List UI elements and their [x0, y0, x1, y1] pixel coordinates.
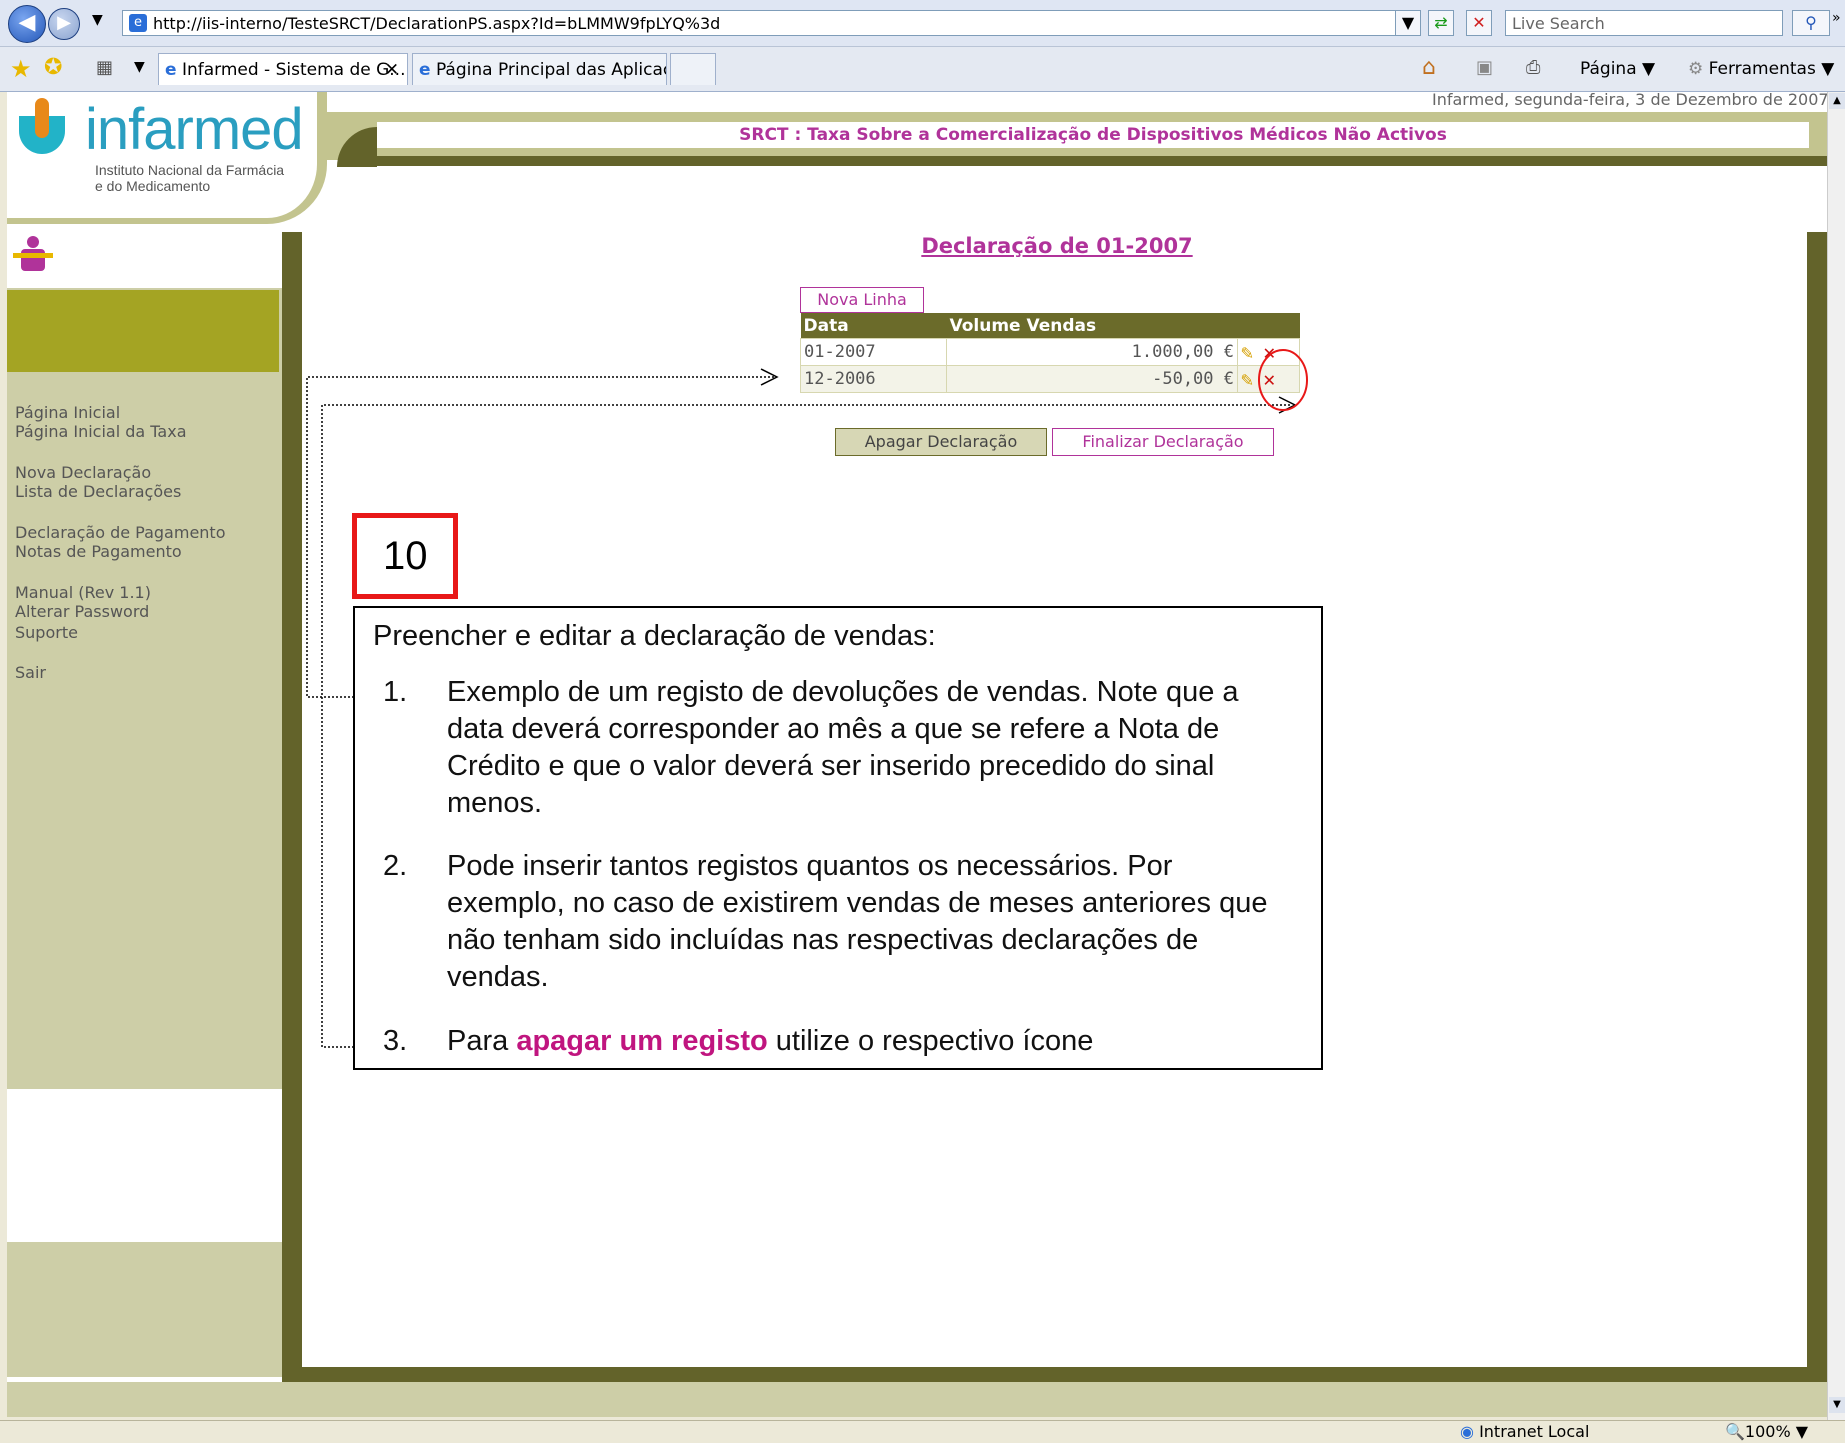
status-bar: ◉ Intranet Local 🔍100% ▼: [0, 1420, 1845, 1443]
vertical-scrollbar[interactable]: ▲ ▼: [1827, 92, 1845, 1420]
favorites-star-icon[interactable]: ★: [10, 55, 32, 83]
item-text: Pode inserir tantos registos quantos os …: [447, 850, 1268, 993]
zoom-icon: 🔍: [1725, 1422, 1745, 1441]
scroll-up-icon[interactable]: ▲: [1829, 93, 1845, 109]
search-icon[interactable]: ⚲: [1792, 10, 1830, 36]
item-text: Exemplo de um registo de devoluções de v…: [447, 676, 1239, 819]
page-menu[interactable]: Página ▼: [1580, 59, 1655, 79]
tab-infarmed[interactable]: e Infarmed - Sistema de G... ✕: [158, 53, 408, 85]
gear-icon: ⚙: [1688, 59, 1704, 79]
scroll-down-icon[interactable]: ▼: [1829, 1397, 1845, 1413]
ie-tab-icon: e: [165, 60, 177, 80]
tools-menu[interactable]: ⚙ Ferramentas ▼: [1688, 59, 1834, 79]
chevron-right-icon[interactable]: »: [1832, 10, 1841, 26]
add-favorite-icon[interactable]: ✪: [44, 55, 62, 80]
item-number: 3.: [383, 1025, 408, 1057]
back-button[interactable]: ◀: [8, 5, 46, 43]
item-text: Para apagar um registo utilize o respect…: [447, 1023, 1297, 1060]
highlight-circle: [1258, 349, 1308, 411]
item-number: 2.: [383, 850, 408, 882]
zoom-label: 100%: [1744, 1422, 1791, 1441]
ie-page-icon: e: [129, 14, 147, 32]
globe-icon: ◉: [1460, 1422, 1474, 1441]
close-tab-icon[interactable]: ✕: [385, 54, 399, 85]
step-number-badge: 10: [352, 513, 458, 599]
new-tab-button[interactable]: [670, 53, 716, 85]
search-input[interactable]: Live Search: [1505, 10, 1783, 36]
home-icon[interactable]: ⌂: [1422, 55, 1436, 80]
zoom-control[interactable]: 🔍100% ▼: [1725, 1422, 1808, 1441]
url-input[interactable]: e http://iis-interno/TesteSRCT/Declarati…: [122, 10, 1402, 36]
url-text: http://iis-interno/TesteSRCT/Declaration…: [153, 14, 721, 33]
callout-intro: Preencher e editar a declaração de venda…: [373, 620, 936, 652]
item-text-after: utilize o respectivo ícone: [767, 1025, 1094, 1057]
address-toolbar: ◀ ▶ ▼ e http://iis-interno/TesteSRCT/Dec…: [0, 0, 1845, 47]
tab-label: Infarmed - Sistema de G...: [181, 60, 406, 80]
forward-button[interactable]: ▶: [48, 8, 80, 40]
print-icon[interactable]: ⎙: [1526, 57, 1540, 78]
instruction-callout: Preencher e editar a declaração de venda…: [353, 606, 1323, 1070]
tab-label: Página Principal das Aplicaçõ...: [435, 60, 666, 80]
quick-tabs-icon[interactable]: ▦: [96, 57, 113, 78]
tab-pagina-principal[interactable]: e Página Principal das Aplicaçõ...: [412, 53, 667, 85]
tab-bar: ★ ✪ ▦ ▼ e Infarmed - Sistema de G... ✕ e…: [0, 47, 1845, 92]
zone-label: Intranet Local: [1479, 1422, 1590, 1441]
tools-menu-label: Ferramentas: [1708, 59, 1816, 79]
zone-indicator[interactable]: ◉ Intranet Local: [1460, 1422, 1589, 1441]
url-dropdown-icon[interactable]: ▼: [1395, 10, 1421, 36]
feeds-icon[interactable]: ▣: [1476, 57, 1493, 78]
stop-icon[interactable]: ✕: [1466, 10, 1492, 36]
history-dropdown-icon[interactable]: ▼: [92, 12, 103, 28]
ie-tab-icon: e: [419, 60, 431, 80]
page-menu-label: Página: [1580, 59, 1637, 79]
item-number: 1.: [383, 676, 408, 708]
item-text-before: Para: [447, 1025, 517, 1057]
item-highlight: apagar um registo: [516, 1025, 768, 1057]
tab-list-dropdown-icon[interactable]: ▼: [134, 59, 145, 75]
refresh-icon[interactable]: ⇄: [1428, 10, 1454, 36]
